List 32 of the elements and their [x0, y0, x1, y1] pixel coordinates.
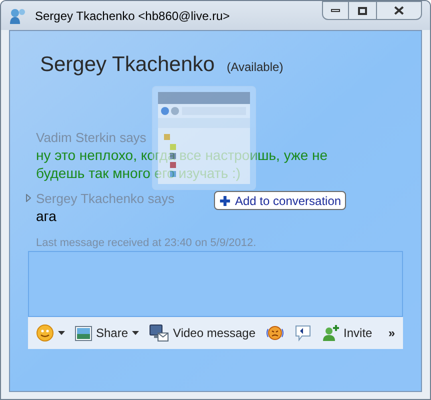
maximize-button[interactable]: [349, 1, 376, 20]
minimize-button[interactable]: [322, 1, 349, 20]
window-title: Sergey Tkachenko <hb860@live.ru>: [35, 8, 230, 24]
tooltip-label: Add to conversation: [235, 192, 342, 210]
shaking-face-icon: [266, 324, 284, 342]
emoticon-button[interactable]: [36, 324, 65, 342]
caret-icon: [132, 331, 140, 335]
message-input-field[interactable]: [28, 251, 403, 317]
sender-label: Vadim Sterkin says: [36, 128, 146, 146]
contact-name: Sergey Tkachenko: [40, 52, 215, 78]
share-button[interactable]: Share: [75, 324, 140, 342]
voice-button[interactable]: [294, 324, 312, 342]
sender-label: Sergey Tkachenko says: [36, 190, 174, 206]
more-button[interactable]: »: [388, 324, 395, 342]
add-person-icon: [322, 324, 340, 342]
close-button[interactable]: [376, 1, 422, 20]
close-icon: [394, 6, 404, 15]
video-button[interactable]: Video message: [149, 324, 256, 342]
last-message-note: Last message received at 23:40 on 5/9/2012.: [36, 236, 258, 250]
plus-icon: [219, 194, 231, 206]
smiley-icon: [36, 324, 54, 342]
message-text: ну это неплохо, когда все настроишь, уже не будешь так много его изучать :): [36, 146, 329, 182]
nudge-button[interactable]: [266, 324, 284, 342]
message-text: ага: [36, 206, 58, 224]
invite-button[interactable]: Invite: [322, 324, 372, 342]
computer-icon: [149, 324, 170, 342]
contact-status: (Available): [226, 59, 284, 76]
expand-arrow-icon[interactable]: [26, 194, 31, 202]
caret-icon: [58, 331, 65, 335]
people-icon: [9, 6, 27, 24]
speech-bubble-icon: [294, 324, 312, 342]
image-icon: [75, 326, 92, 340]
